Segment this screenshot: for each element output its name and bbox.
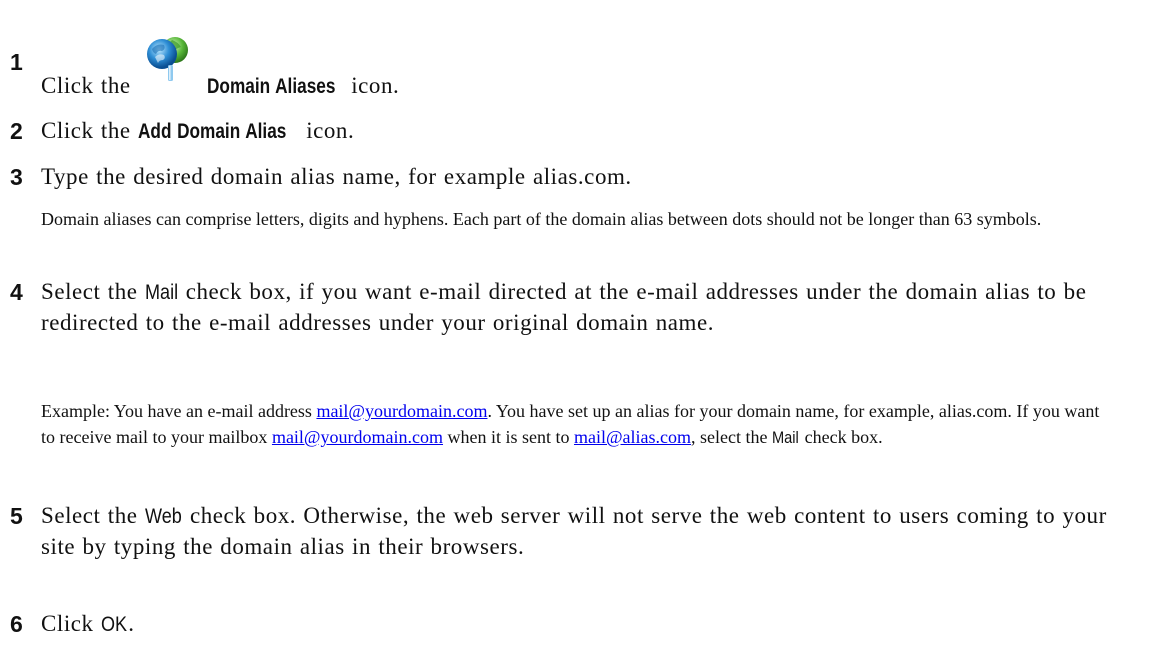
ui-label-mail: Mail <box>772 428 799 447</box>
step-text-pre: Select the <box>41 503 138 528</box>
step-text-pre: Click the <box>41 118 131 143</box>
step-number: 3 <box>10 164 23 190</box>
step-text-post: . <box>128 611 135 636</box>
email-link-yourdomain-2[interactable]: mail@yourdomain.com <box>272 427 443 447</box>
note-text: , select the <box>691 427 768 447</box>
step-3: 3 Type the desired domain alias name, fo… <box>0 162 1140 196</box>
email-link-alias[interactable]: mail@alias.com <box>574 427 691 447</box>
email-link-yourdomain[interactable]: mail@yourdomain.com <box>316 401 487 421</box>
step-6: 6 Click OK. <box>0 609 1140 643</box>
step-5: 5 Select the Web check box. Otherwise, t… <box>0 501 1140 597</box>
step-text: Type the desired domain alias name, for … <box>41 164 632 189</box>
instructions-document: 1 Click the Domain Aliases icon. 2 Click… <box>0 0 1151 656</box>
ui-label-domain-aliases: Domain Aliases <box>207 75 336 98</box>
step-number: 2 <box>10 118 23 144</box>
step-text: Click the Domain Aliases icon. <box>41 37 1121 102</box>
ui-label-ok: OK <box>100 613 128 636</box>
step-text-pre: Select the <box>41 279 138 304</box>
step-text-post: check box, if you want e-mail directed a… <box>41 279 1087 335</box>
note-text: when it is sent to <box>447 427 570 447</box>
note-text: Example: You have an e-mail address <box>41 401 312 421</box>
step-text: Select the Mail check box, if you want e… <box>41 277 1121 338</box>
step-text: Click the Add Domain Alias icon. <box>41 116 1121 147</box>
step-text-post: icon. <box>351 73 400 98</box>
step-4-example-note: Example: You have an e-mail address mail… <box>41 398 1116 451</box>
note-text: check box. <box>804 427 883 447</box>
step-4: 4 Select the Mail check box, if you want… <box>0 277 1140 373</box>
domain-aliases-icon <box>142 33 194 85</box>
step-2: 2 Click the Add Domain Alias icon. <box>0 116 1140 150</box>
step-text-pre: Click the <box>41 73 131 98</box>
ui-label-add-domain-alias: Add Domain Alias <box>137 120 287 143</box>
ui-label-mail: Mail <box>144 281 178 304</box>
step-text-pre: Click <box>41 611 94 636</box>
ui-label-web: Web <box>144 505 182 528</box>
step-number: 6 <box>10 611 23 637</box>
step-text-post: check box. Otherwise, the web server wil… <box>41 503 1107 559</box>
step-number: 5 <box>10 503 23 529</box>
step-3-note: Domain aliases can comprise letters, dig… <box>41 209 1042 229</box>
step-text-post: icon. <box>306 118 355 143</box>
step-1: 1 Click the Domain Aliases icon. <box>0 37 1140 98</box>
step-number: 1 <box>10 49 23 75</box>
step-number: 4 <box>10 279 23 305</box>
step-text: Select the Web check box. Otherwise, the… <box>41 501 1121 562</box>
step-text: Click OK. <box>41 609 1121 640</box>
